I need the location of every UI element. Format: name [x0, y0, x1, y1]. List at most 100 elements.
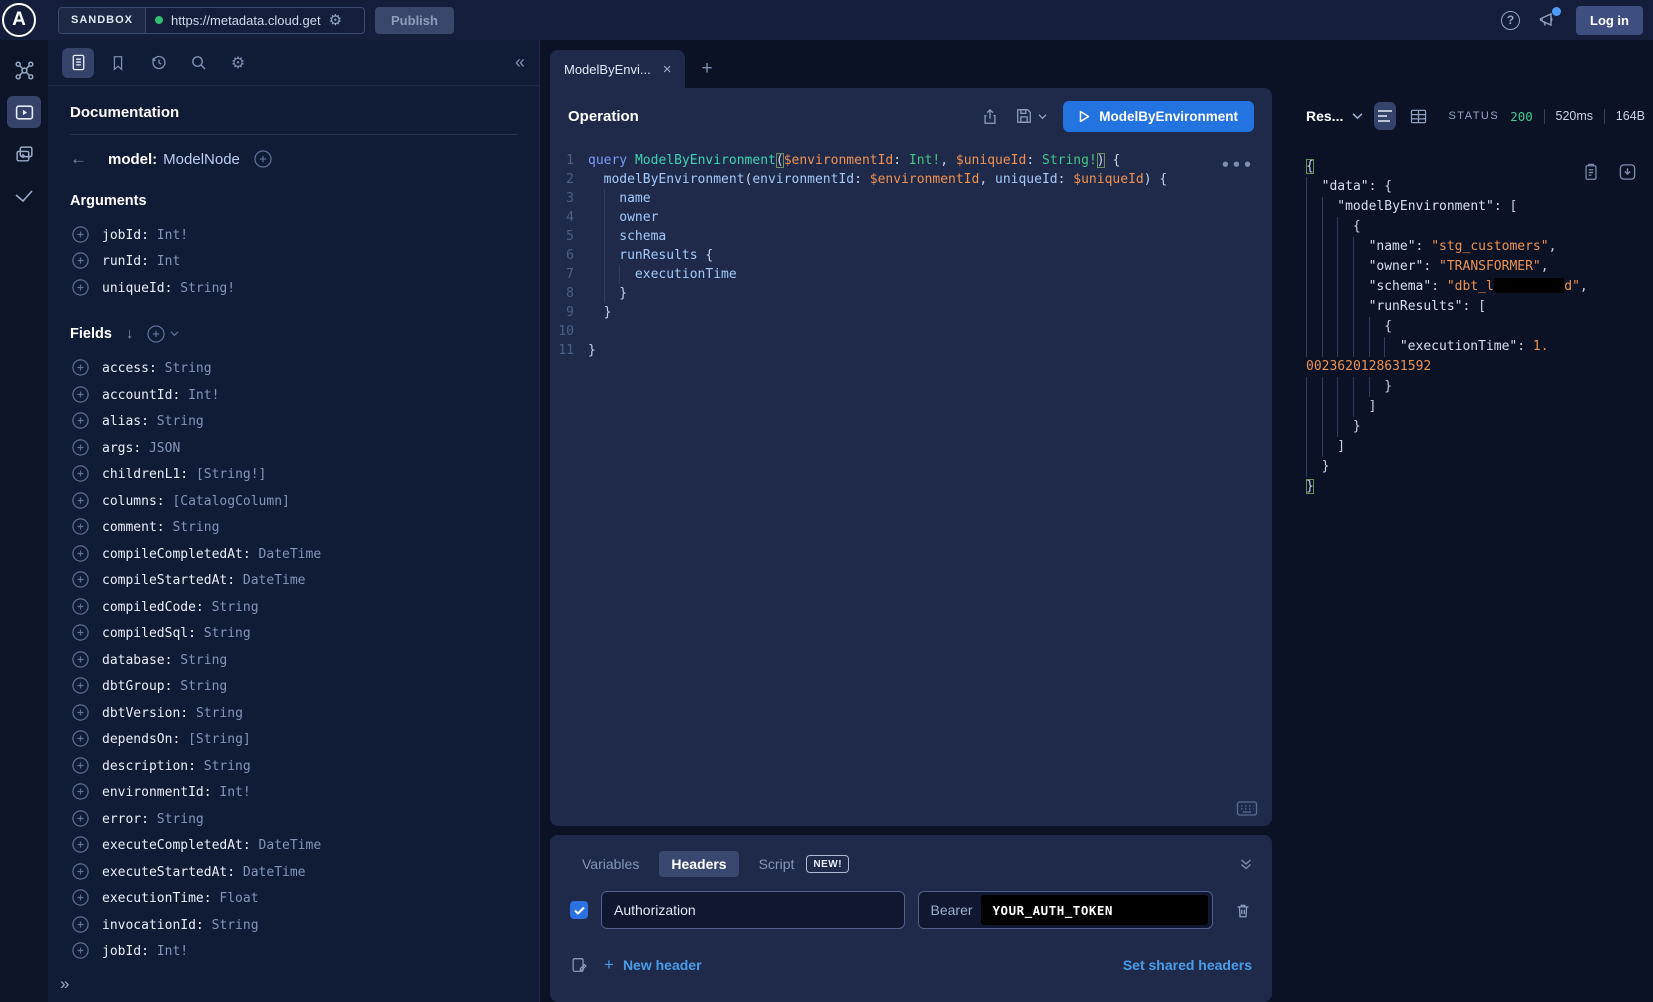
publish-button[interactable]: Publish — [375, 7, 454, 34]
set-shared-headers-link[interactable]: Set shared headers — [1123, 957, 1252, 973]
circle-plus-icon[interactable] — [72, 386, 89, 403]
field-item[interactable]: executionTime: Float — [70, 885, 517, 912]
circle-plus-icon[interactable] — [72, 571, 89, 588]
circle-plus-icon[interactable] — [72, 757, 89, 774]
field-item[interactable]: executeCompletedAt: DateTime — [70, 832, 517, 859]
connection-settings-gear-icon[interactable]: ⚙ — [329, 13, 342, 28]
copy-clipboard-icon[interactable] — [1582, 162, 1600, 182]
search-button[interactable] — [182, 48, 214, 78]
circle-plus-icon[interactable] — [72, 359, 89, 376]
share-icon[interactable] — [981, 107, 999, 126]
nav-schema-button[interactable] — [7, 54, 41, 86]
graphql-editor[interactable]: 1query ModelByEnvironment($environmentId… — [550, 144, 1272, 826]
run-operation-button[interactable]: ModelByEnvironment — [1063, 101, 1254, 132]
circle-plus-icon[interactable] — [72, 465, 89, 482]
save-control[interactable] — [1015, 107, 1047, 125]
operation-tab[interactable]: ModelByEnvi... × — [550, 50, 685, 88]
circle-plus-icon[interactable] — [72, 624, 89, 641]
keyboard-shortcuts-icon[interactable] — [1236, 800, 1258, 817]
field-item[interactable]: dbtGroup: String — [70, 673, 517, 700]
nav-explorer-button[interactable] — [7, 96, 41, 128]
field-item[interactable]: description: String — [70, 752, 517, 779]
field-item[interactable]: columns: [CatalogColumn] — [70, 487, 517, 514]
circle-plus-icon[interactable] — [72, 836, 89, 853]
circle-plus-icon[interactable] — [72, 279, 89, 296]
close-tab-icon[interactable]: × — [663, 61, 672, 78]
circle-plus-icon[interactable] — [72, 518, 89, 535]
circle-plus-icon[interactable] — [72, 651, 89, 668]
argument-item[interactable]: uniqueId: String! — [70, 274, 517, 301]
announcements-button[interactable] — [1538, 11, 1558, 29]
table-view-button[interactable] — [1407, 102, 1429, 130]
field-item[interactable]: dbtVersion: String — [70, 699, 517, 726]
argument-item[interactable]: runId: Int — [70, 248, 517, 275]
tab-headers[interactable]: Headers — [659, 851, 738, 877]
settings-button[interactable]: ⚙ — [222, 48, 254, 78]
nav-collections-button[interactable] — [7, 138, 41, 170]
field-item[interactable]: compiledCode: String — [70, 593, 517, 620]
field-item[interactable]: compiledSql: String — [70, 620, 517, 647]
circle-plus-icon[interactable] — [72, 810, 89, 827]
add-fields-control[interactable] — [147, 325, 179, 343]
apollo-logo[interactable]: A — [2, 3, 36, 37]
editor-options-menu[interactable]: ••• — [1221, 156, 1254, 174]
saved-operations-button[interactable] — [102, 48, 134, 78]
circle-plus-icon[interactable] — [72, 412, 89, 429]
field-item[interactable]: compileCompletedAt: DateTime — [70, 540, 517, 567]
field-item[interactable]: childrenL1: [String!] — [70, 461, 517, 488]
field-item[interactable]: environmentId: Int! — [70, 779, 517, 806]
endpoint-url[interactable]: https://metadata.cloud.get — [171, 13, 321, 28]
header-value-input[interactable]: Bearer YOUR_AUTH_TOKEN — [918, 891, 1214, 929]
download-icon[interactable] — [1618, 162, 1637, 182]
login-button[interactable]: Log in — [1576, 6, 1643, 35]
field-item[interactable]: args: JSON — [70, 434, 517, 461]
editor-code[interactable]: 1query ModelByEnvironment($environmentId… — [550, 151, 1272, 360]
field-item[interactable]: executeStartedAt: DateTime — [70, 858, 517, 885]
circle-plus-icon[interactable] — [72, 783, 89, 800]
field-item[interactable]: database: String — [70, 646, 517, 673]
field-item[interactable]: accountId: Int! — [70, 381, 517, 408]
field-item[interactable]: jobId: Int! — [70, 938, 517, 965]
expand-panel-button[interactable]: » — [60, 974, 69, 994]
back-arrow-icon[interactable]: ← — [70, 149, 94, 169]
response-dropdown[interactable]: Res... — [1306, 108, 1363, 124]
header-key-input[interactable] — [601, 891, 905, 929]
tab-variables[interactable]: Variables — [570, 851, 651, 877]
circle-plus-icon[interactable] — [72, 598, 89, 615]
add-all-fields-icon[interactable] — [254, 150, 272, 168]
circle-plus-icon[interactable] — [72, 545, 89, 562]
collapse-bottom-panel-button[interactable] — [1240, 858, 1252, 870]
raw-view-button[interactable] — [1374, 102, 1396, 130]
field-item[interactable]: comment: String — [70, 514, 517, 541]
circle-plus-icon[interactable] — [72, 942, 89, 959]
field-item[interactable]: dependsOn: [String] — [70, 726, 517, 753]
circle-plus-icon[interactable] — [72, 677, 89, 694]
preflight-script-icon[interactable] — [570, 956, 588, 975]
history-button[interactable] — [142, 48, 174, 78]
field-item[interactable]: error: String — [70, 805, 517, 832]
header-enabled-checkbox[interactable] — [570, 901, 588, 919]
field-item[interactable]: alias: String — [70, 408, 517, 435]
circle-plus-icon[interactable] — [72, 226, 89, 243]
help-icon[interactable]: ? — [1501, 11, 1520, 30]
delete-header-button[interactable] — [1234, 901, 1252, 920]
type-ref-type[interactable]: ModelNode — [163, 151, 240, 168]
auth-token-value[interactable]: YOUR_AUTH_TOKEN — [981, 895, 1208, 925]
argument-item[interactable]: jobId: Int! — [70, 221, 517, 248]
field-item[interactable]: invocationId: String — [70, 911, 517, 938]
circle-plus-icon[interactable] — [72, 439, 89, 456]
sort-icon[interactable]: ↓ — [126, 325, 134, 342]
field-item[interactable]: compileStartedAt: DateTime — [70, 567, 517, 594]
circle-plus-icon[interactable] — [72, 252, 89, 269]
circle-plus-icon[interactable] — [72, 730, 89, 747]
nav-checks-button[interactable] — [7, 180, 41, 212]
circle-plus-icon[interactable] — [72, 889, 89, 906]
new-header-button[interactable]: + New header — [604, 955, 702, 975]
circle-plus-icon[interactable] — [72, 704, 89, 721]
new-tab-button[interactable]: + — [701, 58, 712, 80]
circle-plus-icon[interactable] — [72, 863, 89, 880]
field-item[interactable]: access: String — [70, 355, 517, 382]
docs-tab-button[interactable] — [62, 48, 94, 78]
endpoint-url-box[interactable]: https://metadata.cloud.get ⚙ — [146, 13, 364, 28]
tab-script[interactable]: Script — [747, 851, 801, 877]
